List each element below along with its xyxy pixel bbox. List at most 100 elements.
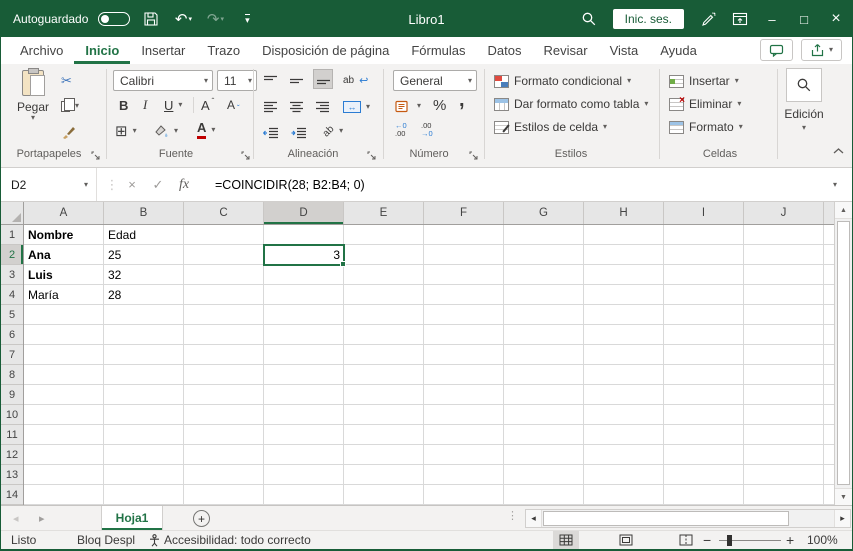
sheet-tab-hoja1[interactable]: Hoja1 [101,506,163,530]
clipboard-dialog-launcher[interactable] [91,149,101,160]
bold-button[interactable]: B [119,95,128,115]
scroll-up-icon[interactable]: ▲ [835,202,852,219]
comments-button[interactable] [759,39,793,61]
undo-icon[interactable]: ↶ ▾ [172,7,194,31]
accounting-format-button[interactable]: ▾ [395,96,421,116]
decrease-font-button[interactable]: Aˇ [227,95,240,115]
align-center-button[interactable] [289,97,304,117]
align-bottom-button[interactable] [313,69,333,89]
cell-B4[interactable]: 28 [108,285,121,305]
row-header-1[interactable]: 1 [1,225,23,245]
copy-button[interactable]: ▾ [61,96,79,116]
font-size-select[interactable]: 11 ▾ [217,70,257,91]
horizontal-scrollbar[interactable]: ◂ ▸ [525,509,851,528]
number-dialog-launcher[interactable] [469,149,479,160]
add-sheet-button[interactable]: + [193,510,210,527]
comma-style-button[interactable]: , [459,89,465,111]
row-header-3[interactable]: 3 [1,265,23,285]
maximize-button[interactable]: □ [788,1,820,37]
tab-formulas[interactable]: Fórmulas [400,37,476,64]
formula-input[interactable]: =COINCIDIR(28; B2:B4; 0) [215,168,365,201]
view-normal-icon[interactable] [553,531,579,549]
editing-button[interactable]: Edición ▾ [781,68,827,146]
column-header-j[interactable]: J [744,202,824,224]
column-header-c[interactable]: C [184,202,264,224]
increase-font-button[interactable]: Aˆ [201,95,214,115]
column-header-g[interactable]: G [504,202,584,224]
row-header-4[interactable]: 4 [1,285,23,305]
expand-formula-bar-icon[interactable]: ▾ [822,168,848,201]
column-header-e[interactable]: E [344,202,424,224]
insert-cells-button[interactable]: Insertar ▾ [669,71,739,91]
cell-A4[interactable]: María [28,285,59,305]
tab-insertar[interactable]: Insertar [130,37,196,64]
view-page-break-icon[interactable] [673,531,699,549]
horizontal-scroll-thumb[interactable] [543,511,789,526]
name-box[interactable]: D2 ▾ [1,168,97,201]
cancel-entry-icon[interactable]: × [119,168,145,201]
cell-B3[interactable]: 32 [108,265,121,285]
tab-archivo[interactable]: Archivo [9,37,74,64]
format-cells-button[interactable]: Formato ▾ [669,117,743,137]
vertical-scrollbar[interactable]: ▲ ▼ [834,202,852,505]
tabbar-resizer[interactable]: ⋮ [507,509,518,522]
status-accessibility[interactable]: Accesibilidad: todo correcto [149,531,311,549]
increase-indent-button[interactable] [291,123,307,143]
decrease-indent-button[interactable] [263,123,279,143]
font-dialog-launcher[interactable] [241,149,251,160]
zoom-slider-thumb[interactable] [727,535,732,546]
font-name-select[interactable]: Calibri ▾ [113,70,213,91]
zoom-in-icon[interactable]: + [786,531,794,549]
status-mode[interactable]: Listo [11,531,36,549]
italic-button[interactable]: I [143,95,147,115]
row-header-8[interactable]: 8 [1,365,23,385]
sheet-nav-prev-icon[interactable]: ◂ [13,506,19,530]
underline-button[interactable]: U ▾ [164,95,182,115]
column-header-f[interactable]: F [424,202,504,224]
fill-color-button[interactable]: ▾ [153,121,178,141]
confirm-entry-icon[interactable]: ✓ [145,168,171,201]
tab-vista[interactable]: Vista [599,37,650,64]
cell-A1[interactable]: Nombre [28,225,73,245]
format-as-table-button[interactable]: Dar formato como tabla ▾ [494,94,648,114]
row-header-2[interactable]: 2 [1,245,23,265]
row-header-6[interactable]: 6 [1,325,23,345]
cut-button[interactable]: ✂ [61,71,72,91]
autosave-toggle[interactable] [98,12,131,26]
align-right-button[interactable] [315,97,330,117]
cell-B2[interactable]: 25 [108,245,121,265]
cell-styles-button[interactable]: Estilos de celda ▾ [494,117,607,137]
tab-trazo[interactable]: Trazo [196,37,251,64]
paste-button[interactable]: Pegar ▾ [9,68,57,146]
select-all-corner[interactable] [1,202,24,225]
cell-B1[interactable]: Edad [108,225,136,245]
row-header-7[interactable]: 7 [1,345,23,365]
sign-in-button[interactable]: Inic. ses. [612,9,684,29]
collapse-ribbon-icon[interactable] [833,144,844,158]
status-scroll-lock[interactable]: Bloq Despl [77,531,135,549]
format-painter-button[interactable] [61,122,76,142]
share-button[interactable]: ▾ [800,39,842,61]
cells-area[interactable] [24,225,834,505]
increase-decimal-button[interactable]: ←0.00 [395,120,407,140]
font-color-button[interactable]: A ▾ [197,120,215,140]
insert-function-icon[interactable]: fx [171,168,197,201]
save-icon[interactable] [140,7,162,31]
tab-datos[interactable]: Datos [477,37,533,64]
search-icon[interactable] [573,1,605,37]
borders-button[interactable]: ⊞ ▾ [115,121,137,141]
scroll-left-icon[interactable]: ◂ [526,510,542,527]
percent-button[interactable]: % [433,95,446,115]
cell-A3[interactable]: Luis [28,265,53,285]
quick-access-toolbar-more-icon[interactable]: ▾ [236,7,258,31]
align-top-button[interactable] [263,71,278,91]
alignment-dialog-launcher[interactable] [367,149,377,160]
column-header-h[interactable]: H [584,202,664,224]
view-page-layout-icon[interactable] [613,531,639,549]
vertical-scroll-thumb[interactable] [837,221,850,485]
orientation-button[interactable]: ab ▾ [321,121,343,141]
column-header-d[interactable]: D [264,202,344,224]
row-header-10[interactable]: 10 [1,405,23,425]
align-left-button[interactable] [263,97,278,117]
zoom-out-icon[interactable]: − [703,531,711,549]
